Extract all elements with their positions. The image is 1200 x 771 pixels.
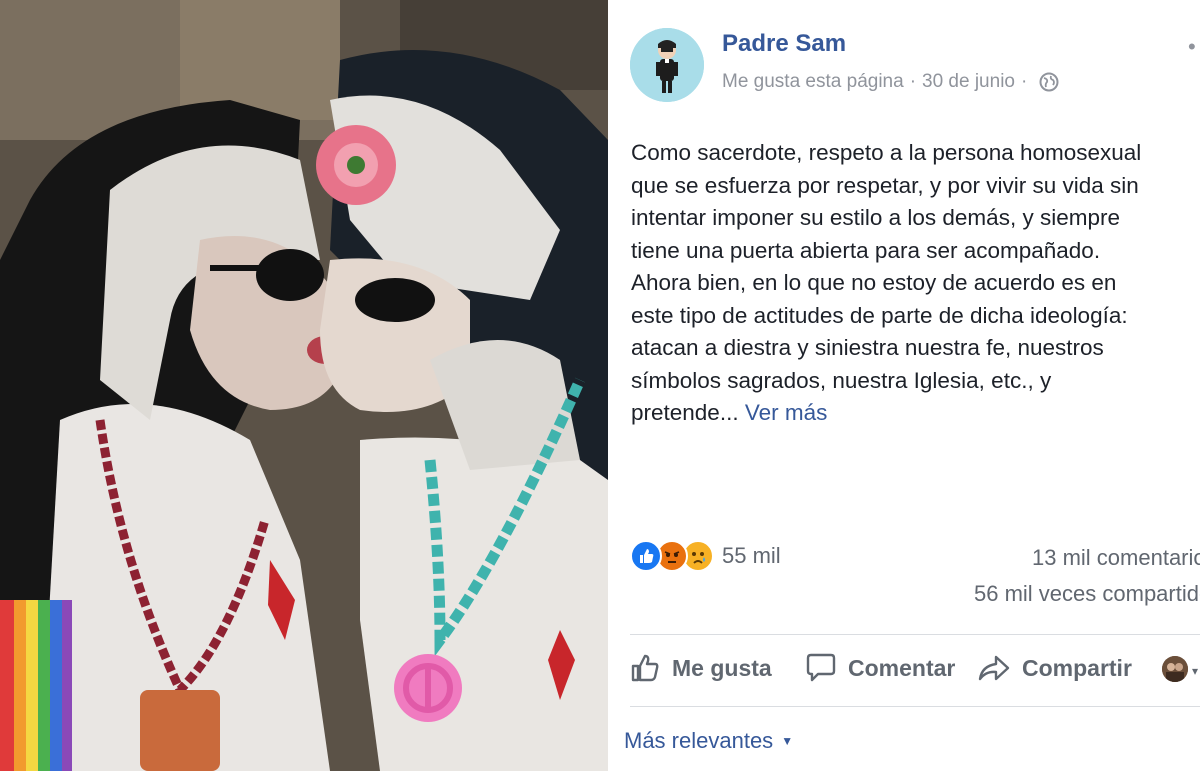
post-panel: Padre Sam Me gusta esta página · 30 de j… — [608, 0, 1200, 771]
like-button-label: Me gusta — [672, 654, 772, 681]
share-button-label: Compartir — [1022, 654, 1132, 681]
chevron-down-icon[interactable]: ▾ — [1192, 664, 1200, 678]
avatar-photo-icon — [1162, 656, 1188, 682]
comments-filter-label: Más relevantes — [624, 728, 774, 753]
meta-separator-2: · — [1020, 71, 1028, 92]
screenshot: Padre Sam Me gusta esta página · 30 de j… — [0, 0, 1200, 771]
thumbs-up-icon — [631, 654, 659, 682]
post-body-line: intentar imponer su estilo a los demás, … — [631, 205, 1120, 230]
comment-button[interactable]: Comentar — [804, 648, 955, 688]
comments-count-link[interactable]: 13 mil comentarios — [1032, 545, 1200, 571]
post-body-truncated: pretende... — [631, 400, 739, 425]
post-body-line: este tipo de actitudes de parte de dicha… — [631, 302, 1128, 328]
post-body-line: Ahora bien, en lo que no estoy de acuerd… — [631, 270, 1117, 295]
see-more-link[interactable]: Ver más — [745, 400, 828, 425]
comments-filter-dropdown[interactable]: Más relevantes ▼ — [624, 728, 793, 754]
post-date[interactable]: 30 de junio — [922, 71, 1015, 93]
post-body-line: símbolos sagrados, nuestra Iglesia, etc.… — [631, 367, 1052, 393]
reactions-count: 55 mil — [722, 543, 781, 568]
page-avatar[interactable] — [630, 28, 704, 102]
post-body: Como sacerdote, respeto a la persona hom… — [631, 137, 1200, 430]
speech-bubble-icon — [806, 653, 836, 682]
divider — [630, 634, 1200, 635]
post-photo[interactable] — [0, 0, 608, 771]
post-body-line: Como sacerdote, respeto a la persona hom… — [631, 140, 1142, 165]
post-options-icon[interactable]: • — [1188, 34, 1200, 60]
viewer-avatar[interactable] — [1162, 656, 1188, 682]
share-arrow-icon — [978, 655, 1010, 681]
globe-icon — [1039, 72, 1059, 92]
meta-separator: · — [909, 71, 917, 92]
post-body-line: que se esfuerza por respetar, y por vivi… — [631, 172, 1139, 198]
like-button[interactable]: Me gusta — [628, 648, 772, 688]
post-body-line: atacan a diestra y siniestra nuestra fe,… — [631, 335, 1104, 360]
post-meta: Me gusta esta página · 30 de junio · — [722, 71, 1059, 93]
share-button[interactable]: Compartir — [976, 648, 1132, 688]
like-page-link[interactable]: Me gusta esta página — [722, 71, 904, 93]
shares-count-link[interactable]: 56 mil veces compartido — [974, 581, 1200, 607]
like-reaction-icon — [630, 540, 662, 572]
priest-cartoon-icon — [630, 28, 704, 102]
chevron-down-icon: ▼ — [781, 734, 794, 748]
post-body-line: tiene una puerta abierta para ser acompa… — [631, 237, 1101, 263]
post-body-last-line: pretende... Ver más — [631, 397, 1200, 430]
reactions-summary[interactable]: 55 mil — [630, 540, 781, 572]
page-name-link[interactable]: Padre Sam — [722, 30, 846, 58]
divider — [630, 706, 1200, 707]
comment-button-label: Comentar — [848, 654, 956, 681]
photo-illustration — [0, 0, 608, 771]
